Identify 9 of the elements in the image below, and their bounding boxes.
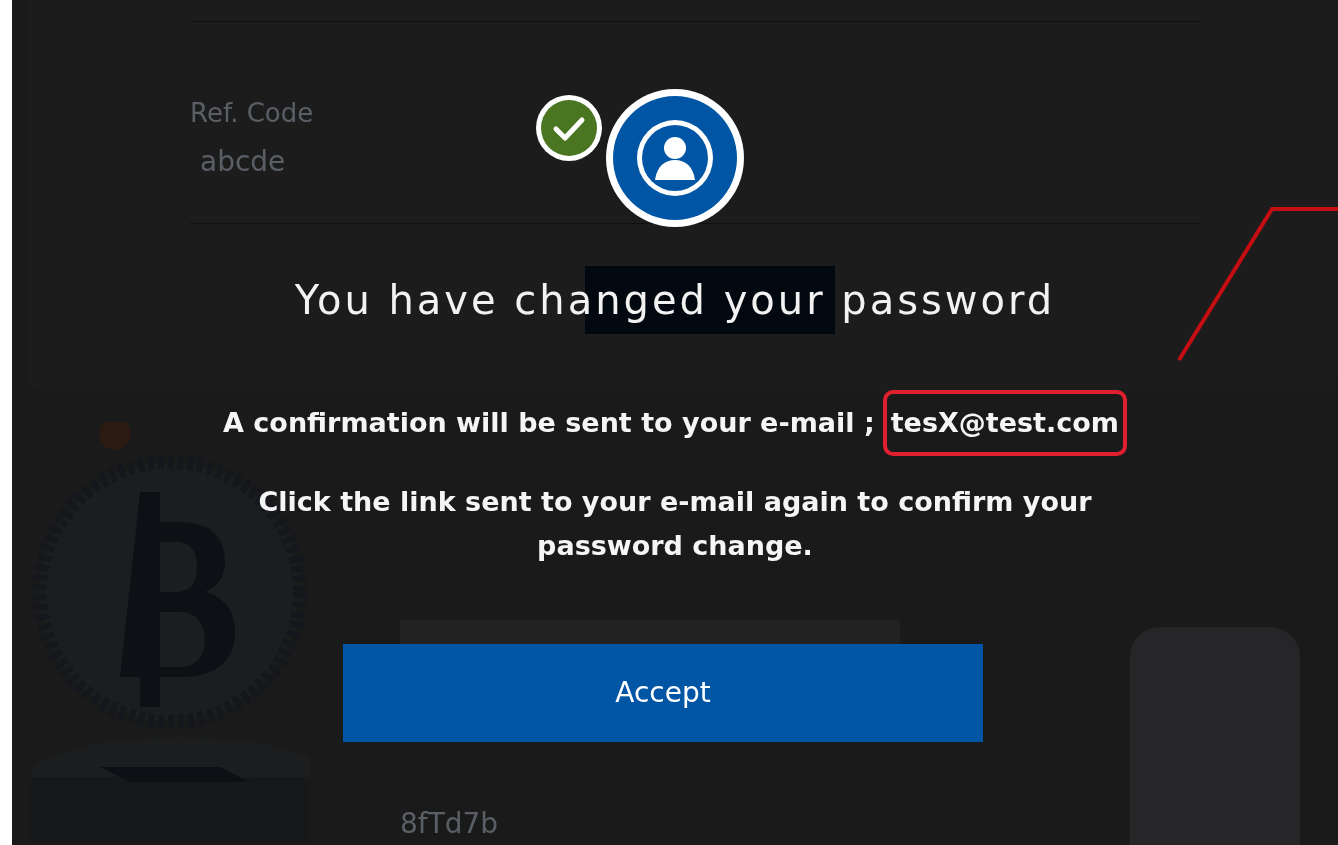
accept-button[interactable]: Accept (343, 644, 983, 742)
confirmation-text: A confirmation will be sent to your e-mail ; (223, 405, 875, 440)
email-text: tesX@test.com (882, 390, 1127, 456)
field-value: abcde (200, 148, 286, 176)
instruction-text: Click the link sent to your e-mail again to confirm your password change. (257, 485, 1093, 563)
field-label: Ref. Code (190, 100, 314, 126)
user-avatar-icon (605, 88, 745, 228)
check-badge-icon (535, 94, 603, 162)
captcha-value: 8fTd7b (400, 810, 499, 838)
